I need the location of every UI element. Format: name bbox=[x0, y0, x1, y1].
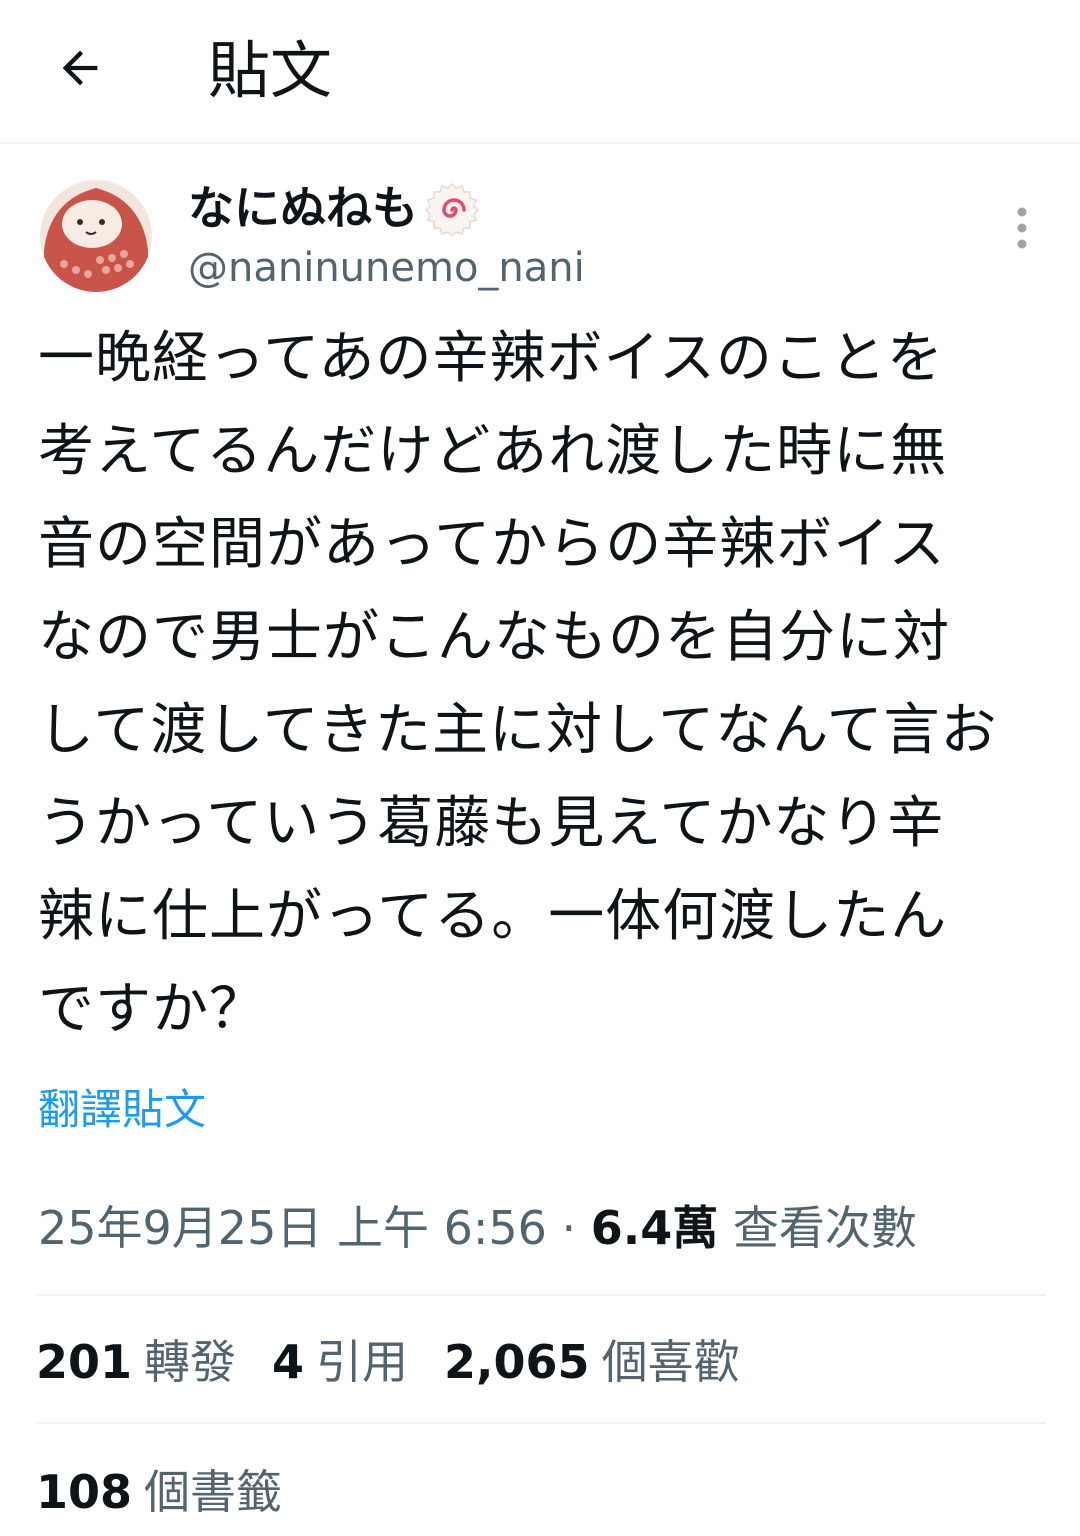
engagement-stats: 201 轉發 4 引用 2,065 個喜歡 bbox=[36, 1330, 776, 1394]
more-vertical-icon bbox=[1017, 207, 1027, 249]
display-name[interactable]: なにぬねも bbox=[188, 180, 418, 236]
likes-count: 2,065 bbox=[444, 1335, 590, 1389]
back-button[interactable] bbox=[50, 38, 110, 98]
divider bbox=[36, 1294, 1046, 1296]
user-handle[interactable]: @naninunemo_nani bbox=[188, 242, 585, 294]
quotes-count: 4 bbox=[272, 1335, 305, 1389]
views-count: 6.4萬 bbox=[590, 1201, 719, 1255]
naruto-fishcake-emoji-icon bbox=[424, 180, 480, 236]
arrow-left-icon bbox=[62, 50, 98, 86]
tweet-timestamp[interactable]: 25年9月25日 上午 6:56 bbox=[38, 1201, 547, 1255]
views-label: 查看次數 bbox=[732, 1201, 917, 1255]
divider bbox=[36, 1422, 1046, 1424]
bookmarks-label: 個書籤 bbox=[144, 1465, 283, 1519]
tweet-text: 一晩経ってあの辛辣ボイスのことを 考えてるんだけどあれ渡した時に無 音の空間があ… bbox=[38, 326, 998, 1042]
likes-stat[interactable]: 2,065 個喜歡 bbox=[444, 1330, 740, 1394]
top-bar: 貼文 bbox=[0, 0, 1080, 144]
bookmarks-stat[interactable]: 108 個書籤 bbox=[36, 1460, 318, 1524]
avatar[interactable] bbox=[40, 180, 152, 292]
more-options-button[interactable] bbox=[1000, 200, 1044, 256]
quotes-stat[interactable]: 4 引用 bbox=[272, 1330, 408, 1394]
avatar-image bbox=[40, 180, 152, 292]
bookmarks-count: 108 bbox=[36, 1465, 133, 1519]
quotes-label: 引用 bbox=[316, 1335, 409, 1389]
likes-label: 個喜歡 bbox=[601, 1335, 740, 1389]
retweets-label: 轉發 bbox=[144, 1335, 237, 1389]
author-name-row: なにぬねも bbox=[188, 178, 480, 238]
page-title: 貼文 bbox=[208, 34, 333, 107]
meta-separator: · bbox=[546, 1201, 591, 1255]
translate-post-link[interactable]: 翻譯貼文 bbox=[38, 1080, 206, 1140]
retweets-count: 201 bbox=[36, 1335, 133, 1389]
tweet-meta: 25年9月25日 上午 6:56 · 6.4萬 查看次數 bbox=[38, 1196, 917, 1260]
retweets-stat[interactable]: 201 轉發 bbox=[36, 1330, 236, 1394]
